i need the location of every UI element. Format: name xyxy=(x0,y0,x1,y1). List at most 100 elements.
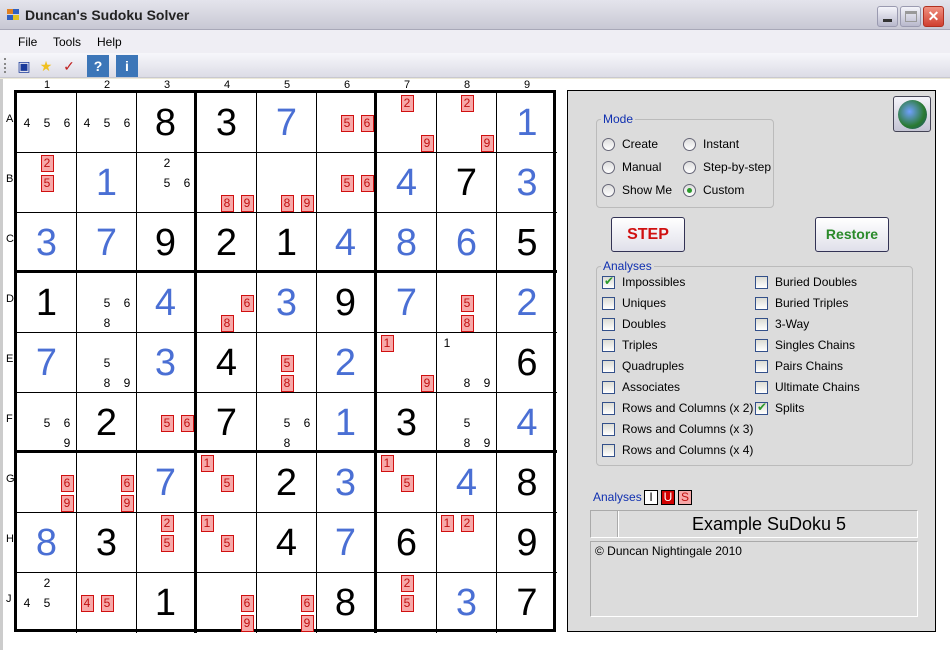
cell-E6[interactable]: 2 xyxy=(317,333,377,393)
help-icon[interactable]: ? xyxy=(87,55,109,77)
save-icon[interactable]: ▣ xyxy=(13,55,35,77)
cell-D5[interactable]: 3 xyxy=(257,273,317,333)
cell-D4[interactable]: 68 xyxy=(197,273,257,333)
step-button[interactable]: STEP xyxy=(611,217,685,252)
cell-A4[interactable]: 3 xyxy=(197,93,257,153)
cell-H4[interactable]: 15 xyxy=(197,513,257,573)
cell-C2[interactable]: 7 xyxy=(77,213,137,273)
cell-F8[interactable]: 5 89 xyxy=(437,393,497,453)
minimize-button[interactable] xyxy=(877,6,898,27)
restore-button[interactable]: Restore xyxy=(815,217,889,252)
cell-B7[interactable]: 4 xyxy=(377,153,437,213)
cell-G4[interactable]: 15 xyxy=(197,453,257,513)
cell-F3[interactable]: 56 xyxy=(137,393,197,453)
cell-A1[interactable]: 456 xyxy=(17,93,77,153)
cell-J4[interactable]: 69 xyxy=(197,573,257,633)
cell-H2[interactable]: 3 xyxy=(77,513,137,573)
cell-A9[interactable]: 1 xyxy=(497,93,557,153)
notes-area[interactable]: © Duncan Nightingale 2010 xyxy=(590,541,918,617)
toolbar-grip[interactable] xyxy=(4,58,6,73)
cell-G3[interactable]: 7 xyxy=(137,453,197,513)
cell-G7[interactable]: 15 xyxy=(377,453,437,513)
cell-J6[interactable]: 8 xyxy=(317,573,377,633)
cell-C8[interactable]: 6 xyxy=(437,213,497,273)
cell-F4[interactable]: 7 xyxy=(197,393,257,453)
cell-C9[interactable]: 5 xyxy=(497,213,557,273)
cell-E3[interactable]: 3 xyxy=(137,333,197,393)
cell-A7[interactable]: 29 xyxy=(377,93,437,153)
cell-G5[interactable]: 2 xyxy=(257,453,317,513)
info-icon[interactable]: i xyxy=(116,55,138,77)
cell-H9[interactable]: 9 xyxy=(497,513,557,573)
cell-D9[interactable]: 2 xyxy=(497,273,557,333)
cell-D3[interactable]: 4 xyxy=(137,273,197,333)
cell-B9[interactable]: 3 xyxy=(497,153,557,213)
cell-E8[interactable]: 1 89 xyxy=(437,333,497,393)
cell-H8[interactable]: 12 xyxy=(437,513,497,573)
cell-G6[interactable]: 3 xyxy=(317,453,377,513)
cell-F2[interactable]: 2 xyxy=(77,393,137,453)
cell-C3[interactable]: 9 xyxy=(137,213,197,273)
cell-H3[interactable]: 25 xyxy=(137,513,197,573)
cell-F9[interactable]: 4 xyxy=(497,393,557,453)
cell-B1[interactable]: 25 xyxy=(17,153,77,213)
cell-B6[interactable]: 56 xyxy=(317,153,377,213)
cell-E7[interactable]: 19 xyxy=(377,333,437,393)
cell-C1[interactable]: 3 xyxy=(17,213,77,273)
cell-E1[interactable]: 7 xyxy=(17,333,77,393)
minimize-icon xyxy=(883,19,892,22)
cell-A2[interactable]: 456 xyxy=(77,93,137,153)
cell-H1[interactable]: 8 xyxy=(17,513,77,573)
cell-C4[interactable]: 2 xyxy=(197,213,257,273)
maximize-button[interactable] xyxy=(900,6,921,27)
cell-F7[interactable]: 3 xyxy=(377,393,437,453)
cell-C5[interactable]: 1 xyxy=(257,213,317,273)
star-icon[interactable]: ★ xyxy=(35,55,57,77)
cell-B3[interactable]: 2 56 xyxy=(137,153,197,213)
cell-D8[interactable]: 58 xyxy=(437,273,497,333)
cell-J3[interactable]: 1 xyxy=(137,573,197,633)
menu-tools[interactable]: Tools xyxy=(53,35,81,49)
cell-J9[interactable]: 7 xyxy=(497,573,557,633)
cell-J2[interactable]: 45 xyxy=(77,573,137,633)
cell-B4[interactable]: 89 xyxy=(197,153,257,213)
cell-B5[interactable]: 89 xyxy=(257,153,317,213)
check-document-icon[interactable]: ✓ xyxy=(58,55,80,77)
cell-E2[interactable]: 5 89 xyxy=(77,333,137,393)
radio-circle xyxy=(602,184,615,197)
cell-G2[interactable]: 69 xyxy=(77,453,137,513)
cell-J8[interactable]: 3 xyxy=(437,573,497,633)
cell-D1[interactable]: 1 xyxy=(17,273,77,333)
cell-E9[interactable]: 6 xyxy=(497,333,557,393)
cell-D7[interactable]: 7 xyxy=(377,273,437,333)
cell-C7[interactable]: 8 xyxy=(377,213,437,273)
cell-A6[interactable]: 56 xyxy=(317,93,377,153)
cell-B8[interactable]: 7 xyxy=(437,153,497,213)
cell-A5[interactable]: 7 xyxy=(257,93,317,153)
cell-H6[interactable]: 7 xyxy=(317,513,377,573)
cell-E5[interactable]: 58 xyxy=(257,333,317,393)
menu-help[interactable]: Help xyxy=(97,35,122,49)
globe-button[interactable] xyxy=(893,96,931,132)
cell-G8[interactable]: 4 xyxy=(437,453,497,513)
cell-D6[interactable]: 9 xyxy=(317,273,377,333)
cell-J5[interactable]: 69 xyxy=(257,573,317,633)
cell-B2[interactable]: 1 xyxy=(77,153,137,213)
cell-value: 7 xyxy=(395,282,418,324)
cell-A8[interactable]: 29 xyxy=(437,93,497,153)
cell-H5[interactable]: 4 xyxy=(257,513,317,573)
cell-A3[interactable]: 8 xyxy=(137,93,197,153)
cell-F5[interactable]: 568 xyxy=(257,393,317,453)
cell-J7[interactable]: 25 xyxy=(377,573,437,633)
cell-J1[interactable]: 245 xyxy=(17,573,77,633)
menu-file[interactable]: File xyxy=(18,35,37,49)
cell-G9[interactable]: 8 xyxy=(497,453,557,513)
cell-E4[interactable]: 4 xyxy=(197,333,257,393)
cell-C6[interactable]: 4 xyxy=(317,213,377,273)
cell-H7[interactable]: 6 xyxy=(377,513,437,573)
cell-D2[interactable]: 568 xyxy=(77,273,137,333)
cell-F1[interactable]: 56 9 xyxy=(17,393,77,453)
close-button[interactable]: ✕ xyxy=(923,6,944,27)
cell-F6[interactable]: 1 xyxy=(317,393,377,453)
cell-G1[interactable]: 69 xyxy=(17,453,77,513)
